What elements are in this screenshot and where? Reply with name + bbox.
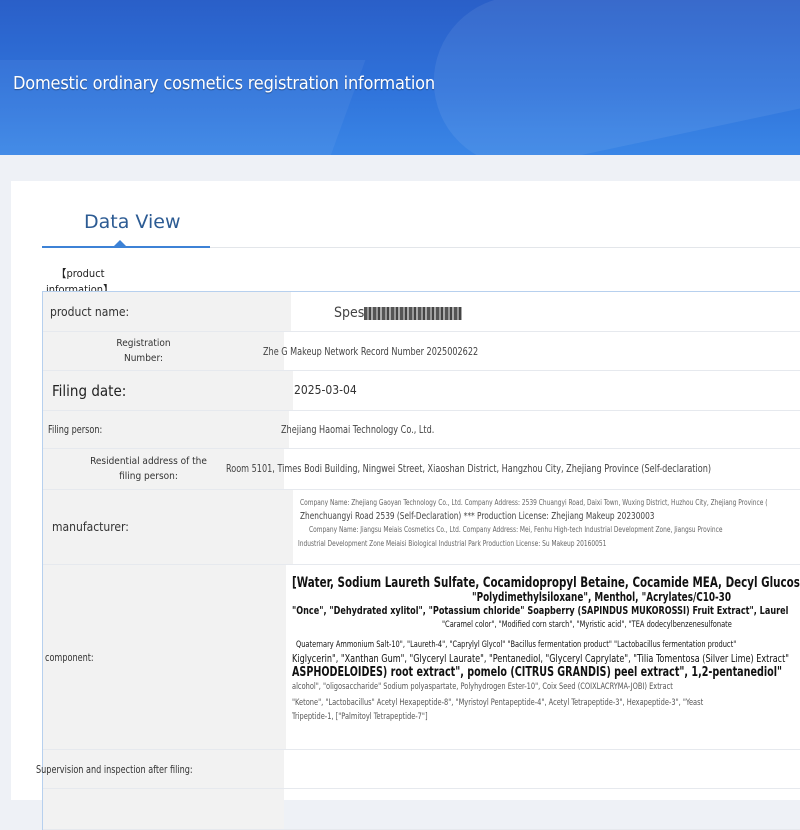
component-line-1: [Water, Sodium Laureth Sulfate, Cocamido… — [292, 575, 800, 591]
tab-data-view[interactable]: Data View — [84, 211, 181, 233]
row-manufacturer: manufacturer: Company Name: Zhejiang Gao… — [43, 490, 800, 565]
product-name-redacted — [364, 306, 463, 320]
residential-address-value: Room 5101, Times Bodi Building, Ningwei … — [226, 462, 712, 475]
product-name-value: Spes — [334, 305, 365, 321]
component-label: component: — [45, 650, 94, 664]
banner-decoration — [418, 0, 800, 155]
manufacturer-line-3: Company Name: Jiangsu Meiais Cosmetics C… — [309, 525, 723, 534]
component-line-2: "Polydimethylsiloxane", Menthol, "Acryla… — [472, 590, 732, 604]
component-line-6: Kiglycerin", "Xanthan Gum", "Glyceryl La… — [292, 652, 790, 665]
info-table: product name: Spes Registration Number: … — [36, 291, 800, 830]
registration-number-label: Registration Number: — [116, 338, 171, 364]
manufacturer-label: manufacturer: — [52, 520, 129, 534]
registration-number-value: Zhe G Makeup Network Record Number 20250… — [263, 345, 479, 358]
row-filing-date: Filing date: 2025-03-04 — [43, 371, 800, 411]
filing-date-label: Filing date: — [52, 381, 127, 400]
manufacturer-line-1: Company Name: Zhejiang Gaoyan Technology… — [300, 498, 768, 507]
component-line-9: "Ketone", "Lactobacillus" Acetyl Hexapep… — [292, 698, 704, 708]
active-tab-arrow — [114, 240, 126, 246]
filing-date-value: 2025-03-04 — [294, 383, 357, 397]
filing-person-label: Filing person: — [48, 423, 103, 436]
component-line-3: "Once", "Dehydrated xylitol", "Potassium… — [292, 604, 789, 617]
manufacturer-line-4: Industrial Development Zone Meiaisi Biol… — [298, 539, 607, 548]
page-banner: Domestic ordinary cosmetics registration… — [0, 0, 800, 155]
row-residential-address: Residential address of the filing person… — [43, 449, 800, 490]
active-tab-indicator — [42, 246, 210, 248]
component-line-7: ASPHODELOIDES) root extract", pomelo (CI… — [292, 665, 782, 680]
component-line-4: "Caramel color", "Modified corn starch",… — [442, 620, 732, 630]
row-next — [43, 789, 800, 830]
manufacturer-line-2: Zhenchuangyi Road 2539 (Self-Declaration… — [300, 511, 655, 522]
residential-address-label: Residential address of the filing person… — [90, 456, 207, 482]
page-title: Domestic ordinary cosmetics registration… — [13, 73, 435, 94]
filing-person-value: Zhejiang Haomai Technology Co., Ltd. — [281, 423, 435, 436]
row-filing-person: Filing person: Zhejiang Haomai Technolog… — [43, 411, 800, 449]
row-product-name: product name: Spes — [43, 292, 800, 332]
product-name-label: product name: — [50, 304, 130, 319]
component-line-8: alcohol", "oligosaccharide" Sodium polya… — [292, 682, 673, 692]
component-list: [Water, Sodium Laureth Sulfate, Cocamido… — [292, 576, 800, 724]
tab-divider — [210, 247, 800, 248]
supervision-label: Supervision and inspection after filing: — [36, 762, 193, 776]
supervision-value — [284, 750, 800, 788]
component-line-5: Quaternary Ammonium Salt-10", "Laureth-4… — [296, 640, 737, 650]
row-component: component: [Water, Sodium Laureth Sulfat… — [43, 565, 800, 750]
component-line-10: Tripeptide-1, ["Palmitoyl Tetrapeptide-7… — [292, 712, 428, 722]
row-registration-number: Registration Number: Zhe G Makeup Networ… — [43, 332, 800, 371]
row-supervision: Supervision and inspection after filing: — [36, 750, 800, 789]
